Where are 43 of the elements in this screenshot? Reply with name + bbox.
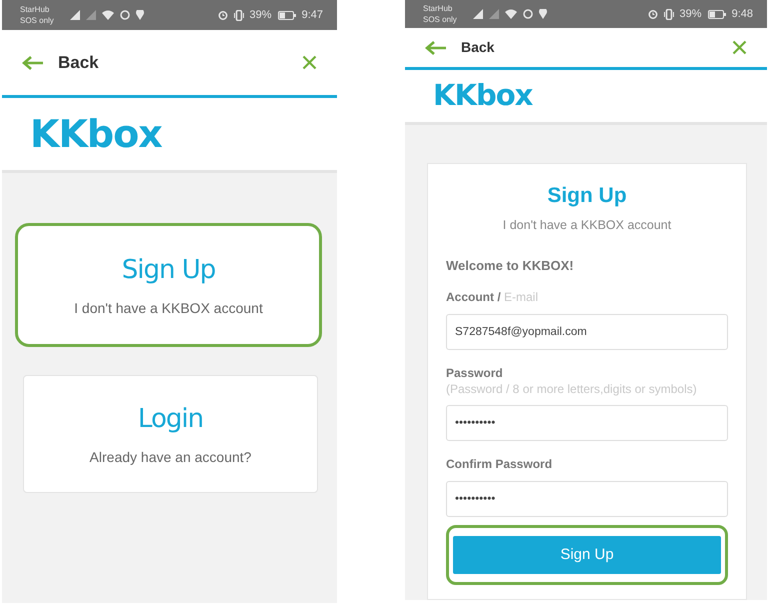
back-button[interactable]: Back	[22, 50, 99, 76]
back-button[interactable]: Back	[425, 37, 494, 58]
clock: 9:48	[732, 6, 753, 22]
kkbox-logo: KKbox	[30, 110, 162, 158]
vibrate-icon	[234, 10, 244, 20]
option-card[interactable]: Login Already have an account?	[23, 375, 318, 493]
carrier-name: StarHub	[20, 6, 50, 14]
input-field[interactable]: S7287548f@yopmail.com	[446, 314, 728, 350]
wifi-icon	[504, 9, 517, 19]
close-icon[interactable]	[302, 55, 317, 70]
battery-percent: 39%	[250, 8, 272, 23]
wifi-icon	[102, 10, 114, 20]
welcome-text: Welcome to KKBOX!	[446, 257, 575, 276]
option-subtitle: I don't have a KKBOX account	[74, 299, 263, 318]
alarm-icon	[648, 9, 658, 19]
input-field[interactable]: ••••••••••	[446, 405, 728, 442]
alarm-icon	[218, 10, 228, 20]
option-card[interactable]: Sign Up I don't have a KKBOX account	[15, 223, 322, 347]
option-title: Login	[138, 403, 204, 436]
signal-icon	[70, 10, 80, 20]
kkbox-logo: KKbox	[433, 77, 532, 114]
location-icon	[538, 9, 547, 19]
network-status: SOS only	[423, 16, 457, 24]
field-label: Confirm Password	[446, 456, 554, 474]
signal-icon	[86, 10, 96, 20]
location-icon	[136, 10, 144, 20]
battery-icon	[278, 10, 296, 20]
signal-icon	[472, 9, 483, 19]
close-icon[interactable]	[732, 40, 747, 55]
network-status: SOS only	[20, 16, 54, 24]
signal-icon	[488, 9, 499, 19]
form-subtitle: I don't have a KKBOX account	[502, 216, 672, 234]
input-field[interactable]: ••••••••••	[446, 481, 728, 518]
battery-percent: 39%	[680, 6, 702, 22]
back-arrow-icon	[425, 40, 447, 56]
battery-icon	[708, 10, 726, 18]
clock: 9:47	[302, 8, 323, 23]
form-title: Sign Up	[546, 183, 628, 209]
vibrate-icon	[664, 8, 674, 20]
option-subtitle: Already have an account?	[90, 448, 252, 467]
option-title: Sign Up	[122, 254, 216, 287]
back-arrow-icon	[22, 54, 44, 70]
carrier-name: StarHub	[423, 4, 454, 12]
